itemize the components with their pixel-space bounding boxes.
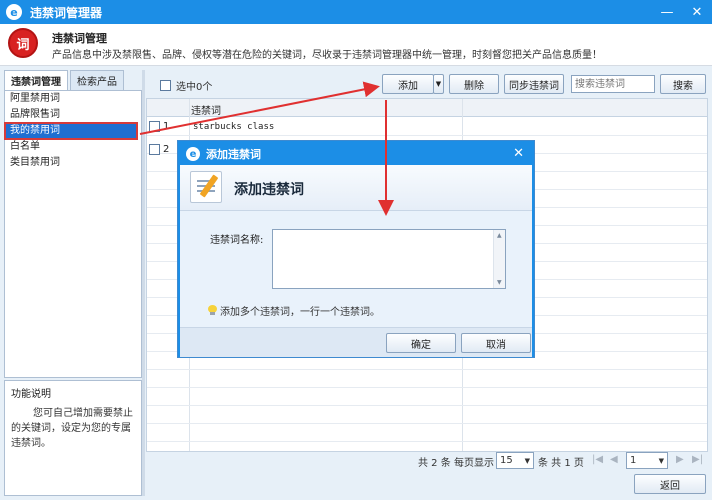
annotation-arrow-to-add [139,81,380,135]
annotation-arrows [139,81,394,216]
